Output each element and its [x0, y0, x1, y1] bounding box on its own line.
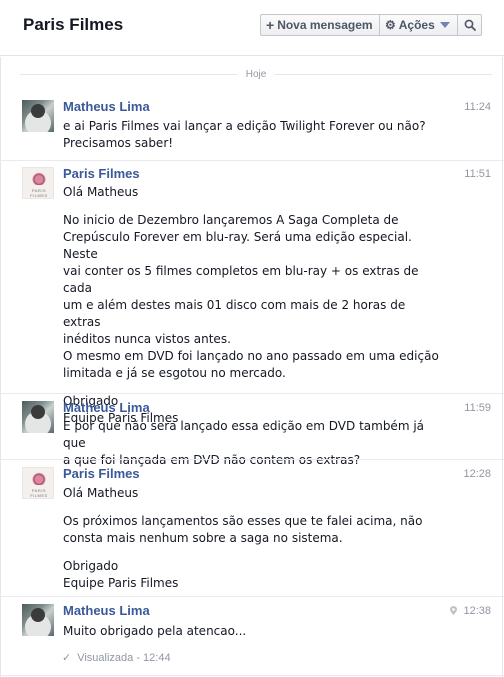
- seen-status: ✓ Visualizada - 12:44: [62, 651, 171, 665]
- location-pin-icon[interactable]: [450, 606, 458, 615]
- plus-icon: +: [266, 17, 275, 33]
- message-body: Olá Matheus Os próximos lançamentos são …: [63, 485, 443, 592]
- sender-name[interactable]: Matheus Lima: [63, 603, 150, 618]
- sender-name[interactable]: Paris Filmes: [63, 466, 140, 481]
- message-divider: [0, 393, 504, 394]
- date-separator: Hoje: [20, 68, 493, 80]
- message-body: Olá Matheus No inicio de Dezembro lançar…: [63, 184, 443, 427]
- brand-logo-text: PARIS FILMES: [30, 488, 48, 498]
- message-text: Olá Matheus: [63, 486, 139, 500]
- message-body: Muito obrigado pela atencao...: [63, 623, 443, 640]
- avatar[interactable]: [22, 100, 54, 132]
- message-item: Matheus Lima 11:59 E por que não sera la…: [0, 395, 504, 467]
- message-body: e ai Paris Filmes vai lançar a edição Tw…: [63, 118, 443, 152]
- avatar[interactable]: [22, 401, 54, 433]
- message-text: Obrigado Equipe Paris Filmes: [63, 559, 179, 590]
- actions-dropdown-button[interactable]: ⚙ Ações: [380, 14, 458, 36]
- message-time: 11:59: [464, 402, 491, 414]
- search-icon: [464, 19, 476, 31]
- conversation-header: Paris Filmes + Nova mensagem ⚙ Ações: [0, 0, 504, 56]
- message-text: Muito obrigado pela atencao...: [63, 624, 247, 638]
- message-time: 12:38: [450, 605, 491, 617]
- divider: [275, 73, 493, 75]
- sender-name[interactable]: Paris Filmes: [63, 166, 140, 181]
- check-icon: ✓: [62, 652, 72, 664]
- avatar[interactable]: [22, 604, 54, 636]
- footer-divider: [0, 675, 504, 676]
- actions-label: Ações: [398, 18, 435, 32]
- message-text: e ai Paris Filmes vai lançar a edição Tw…: [63, 119, 426, 150]
- sender-name[interactable]: Matheus Lima: [63, 400, 150, 415]
- divider: [20, 73, 237, 75]
- avatar[interactable]: PARIS FILMES: [22, 167, 54, 199]
- message-divider: [0, 596, 504, 597]
- search-button[interactable]: [458, 14, 482, 36]
- chevron-down-icon: [439, 22, 450, 28]
- gear-icon: ⚙: [385, 18, 396, 32]
- date-label: Hoje: [245, 68, 267, 80]
- new-message-button[interactable]: + Nova mensagem: [260, 14, 380, 36]
- conversation-title: Paris Filmes: [23, 15, 124, 34]
- message-divider: [0, 160, 504, 161]
- sender-name[interactable]: Matheus Lima: [63, 99, 150, 114]
- new-message-label: Nova mensagem: [277, 18, 373, 32]
- conversation-toolbar: + Nova mensagem ⚙ Ações: [260, 14, 482, 36]
- message-time-value: 12:38: [463, 605, 491, 617]
- message-text: Olá Matheus: [63, 185, 139, 199]
- message-item: PARIS FILMES Paris Filmes 11:51 Olá Math…: [0, 162, 504, 425]
- seen-status-text: Visualizada - 12:44: [77, 651, 171, 664]
- brand-logo-text: PARIS FILMES: [30, 188, 48, 198]
- message-item: PARIS FILMES Paris Filmes 12:28 Olá Math…: [0, 462, 504, 592]
- message-text: Os próximos lançamentos são esses que te…: [63, 514, 423, 545]
- message-text: No inicio de Dezembro lançaremos A Saga …: [63, 213, 439, 380]
- avatar[interactable]: PARIS FILMES: [22, 467, 54, 499]
- message-time: 12:28: [463, 468, 491, 480]
- message-item: Matheus Lima 11:24 e ai Paris Filmes vai…: [0, 94, 504, 158]
- message-time: 11:24: [464, 101, 491, 113]
- message-item: Matheus Lima 12:38 Muito obrigado pela a…: [0, 598, 504, 648]
- message-time: 11:51: [464, 168, 491, 180]
- message-divider: [0, 459, 504, 460]
